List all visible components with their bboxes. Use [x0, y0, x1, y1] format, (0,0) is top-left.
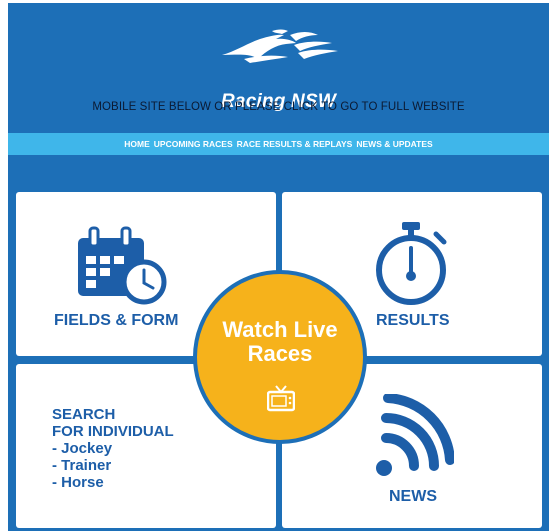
- watch-live-line1: Watch Live: [222, 317, 338, 342]
- search-option-horse[interactable]: - Horse: [52, 474, 174, 491]
- results-label: RESULTS: [376, 312, 450, 329]
- nav-home[interactable]: HOME: [124, 139, 150, 149]
- search-option-trainer[interactable]: - Trainer: [52, 457, 174, 474]
- site-header: Racing NSW MOBILE SITE BELOW OR PLEASE C…: [8, 3, 549, 128]
- search-option-jockey[interactable]: - Jockey: [52, 440, 174, 457]
- stopwatch-icon: [376, 222, 447, 305]
- main-nav: HOME UPCOMING RACES RACE RESULTS & REPLA…: [8, 133, 549, 155]
- news-label: NEWS: [389, 488, 437, 505]
- nav-upcoming-races[interactable]: UPCOMING RACES: [154, 139, 233, 149]
- nav-race-results-replays[interactable]: RACE RESULTS & REPLAYS: [237, 139, 353, 149]
- search-title-line1: SEARCH: [52, 406, 116, 423]
- rss-feed-icon: [376, 394, 454, 476]
- watch-live-title: Watch Live Races: [197, 318, 363, 366]
- brand-logo[interactable]: Racing NSW: [8, 25, 549, 112]
- full-website-link[interactable]: MOBILE SITE BELOW OR PLEASE CLICK TO GO …: [8, 101, 549, 113]
- search-text-block: SEARCH FOR INDIVIDUAL - Jockey - Trainer…: [52, 406, 174, 491]
- fields-form-label: FIELDS & FORM: [54, 312, 179, 329]
- left-edge: [0, 0, 8, 531]
- calendar-clock-icon: [78, 226, 167, 305]
- nav-news-updates[interactable]: NEWS & UPDATES: [356, 139, 432, 149]
- search-title-line2: FOR INDIVIDUAL: [52, 423, 174, 440]
- tv-icon: [267, 385, 295, 412]
- watch-live-line2: Races: [247, 341, 313, 366]
- watch-live-races-button[interactable]: Watch Live Races: [193, 270, 367, 444]
- horse-logo-icon: [221, 29, 338, 63]
